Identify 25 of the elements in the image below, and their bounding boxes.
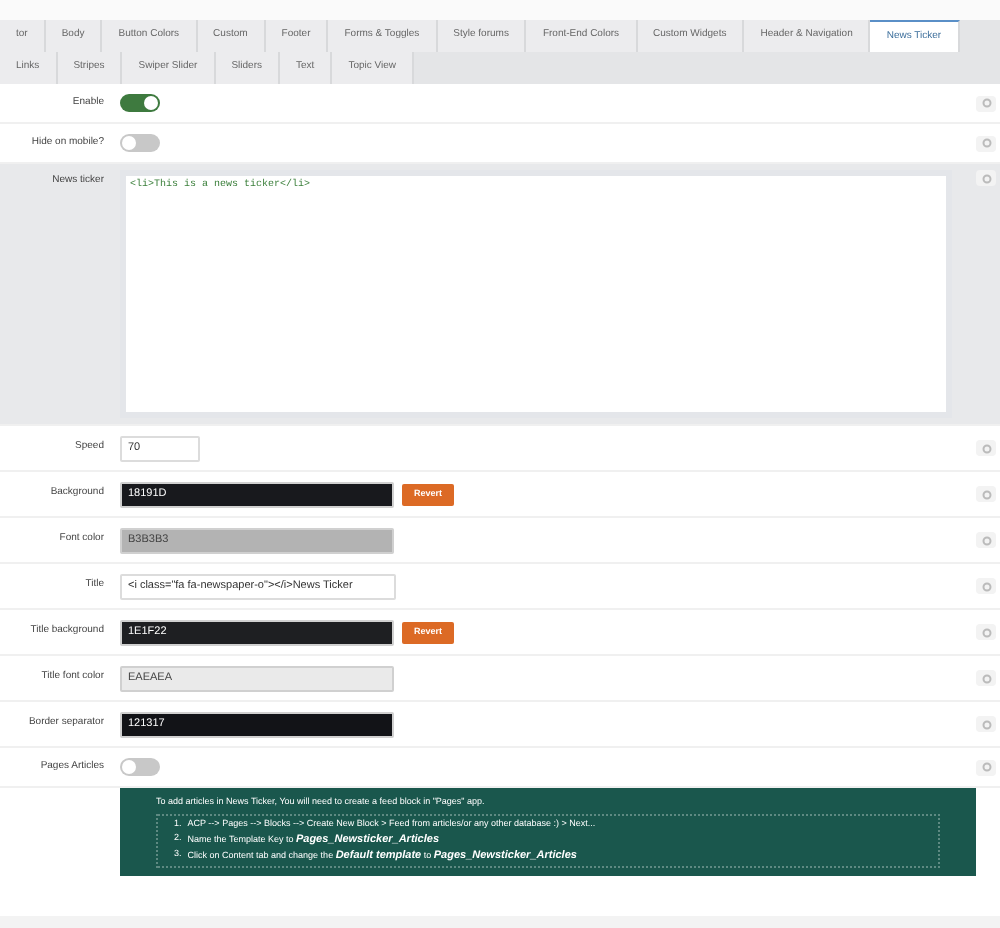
toggle-switch[interactable] — [120, 94, 160, 112]
settings-icon — [981, 443, 991, 453]
settings-icon — [981, 581, 991, 591]
settings-icon — [981, 98, 991, 108]
settings-icon — [981, 627, 991, 637]
settings-icon — [981, 673, 991, 683]
settings-button[interactable] — [976, 440, 996, 456]
settings-button[interactable] — [976, 716, 996, 732]
settings-button[interactable] — [976, 532, 996, 548]
settings-icon — [981, 138, 991, 148]
toggle-switch[interactable] — [120, 758, 160, 776]
settings-button[interactable] — [976, 670, 996, 686]
settings-button[interactable] — [976, 578, 996, 594]
settings-button[interactable] — [976, 170, 996, 186]
settings-button[interactable] — [976, 624, 996, 640]
settings-icon — [981, 173, 991, 183]
settings-button[interactable] — [976, 135, 996, 151]
settings-icon — [981, 535, 991, 545]
settings-button[interactable] — [976, 95, 996, 111]
settings-icon — [981, 762, 991, 772]
settings-button[interactable] — [976, 759, 996, 775]
settings-icon — [981, 489, 991, 499]
toggle-switch[interactable] — [120, 134, 160, 152]
settings-button[interactable] — [976, 486, 996, 502]
settings-icon — [981, 719, 991, 729]
